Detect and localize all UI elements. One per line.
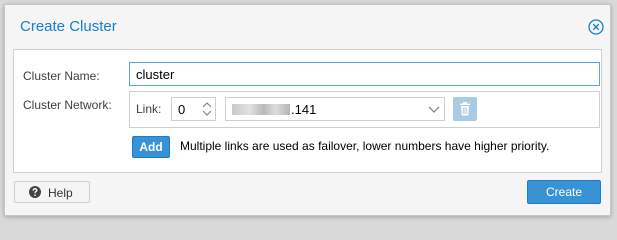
- chevron-down-icon[interactable]: [428, 103, 440, 115]
- dialog-body: Cluster Name: Cluster Network: Link: 0 .…: [13, 49, 602, 173]
- cluster-name-label: Cluster Name:: [23, 69, 100, 83]
- create-button[interactable]: Create: [527, 180, 601, 204]
- remove-link-button[interactable]: [453, 97, 477, 121]
- link-label: Link:: [136, 102, 162, 116]
- add-link-button[interactable]: Add: [132, 136, 170, 158]
- spinner-arrows-icon[interactable]: [201, 100, 213, 118]
- link-number-value: 0: [178, 102, 186, 117]
- question-circle-icon: [29, 186, 41, 198]
- close-icon[interactable]: [588, 19, 604, 35]
- link-address-select[interactable]: .141: [225, 97, 445, 121]
- create-cluster-dialog: Create Cluster Cluster Name: Cluster Net…: [4, 4, 611, 216]
- link-address-suffix: .141: [291, 102, 317, 117]
- trash-icon: [460, 102, 470, 116]
- cluster-network-label: Cluster Network:: [23, 98, 112, 112]
- cluster-name-input[interactable]: [129, 62, 600, 86]
- help-button[interactable]: Help: [14, 181, 90, 203]
- obscured-address-prefix: [232, 104, 290, 115]
- link-number-stepper[interactable]: 0: [171, 97, 216, 121]
- dialog-title: Create Cluster: [20, 18, 117, 35]
- link-row: Link: 0 .141: [129, 91, 600, 128]
- dialog-footer: Help Create: [5, 173, 610, 215]
- failover-hint: Multiple links are used as failover, low…: [180, 139, 550, 153]
- dialog-titlebar: Create Cluster: [5, 5, 610, 49]
- help-label: Help: [48, 186, 73, 200]
